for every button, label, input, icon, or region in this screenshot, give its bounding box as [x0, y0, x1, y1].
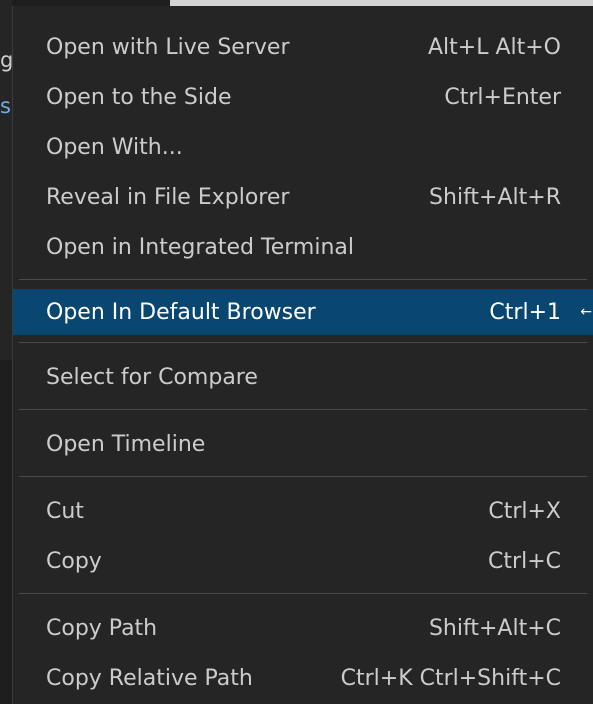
menu-item-shortcut: Ctrl+X — [488, 498, 561, 524]
menu-item-cut[interactable]: Cut Ctrl+X — [13, 486, 593, 536]
menu-item-label: Copy Path — [46, 615, 158, 641]
menu-item-label: Copy Relative Path — [46, 665, 253, 691]
menu-item-label: Open In Default Browser — [46, 299, 316, 325]
screen: g s Open with Live Server Alt+L Alt+O Op… — [0, 0, 593, 704]
menu-item-label: Open with Live Server — [46, 34, 290, 60]
menu-item-open-with-live-server[interactable]: Open with Live Server Alt+L Alt+O — [13, 22, 593, 72]
context-menu: Open with Live Server Alt+L Alt+O Open t… — [12, 6, 593, 704]
menu-item-open-in-default-browser[interactable]: Open In Default Browser Ctrl+1 ← — [13, 289, 593, 335]
menu-item-copy-relative-path[interactable]: Copy Relative Path Ctrl+K Ctrl+Shift+C — [13, 653, 593, 703]
menu-item-shortcut: Ctrl+C — [488, 548, 561, 574]
menu-separator — [19, 409, 587, 410]
menu-item-shortcut: Ctrl+1 — [489, 299, 561, 325]
menu-item-open-timeline[interactable]: Open Timeline — [13, 419, 593, 469]
menu-item-label: Open With... — [46, 134, 183, 160]
menu-item-label: Open Timeline — [46, 431, 206, 457]
menu-item-label: Open to the Side — [46, 84, 232, 110]
menu-item-reveal-in-file-explorer[interactable]: Reveal in File Explorer Shift+Alt+R — [13, 172, 593, 222]
menu-item-copy[interactable]: Copy Ctrl+C — [13, 536, 593, 586]
menu-item-shortcut: Alt+L Alt+O — [427, 34, 561, 60]
explorer-text-fragment: s — [0, 94, 11, 118]
menu-separator — [19, 476, 587, 477]
menu-item-shortcut: Shift+Alt+C — [428, 615, 561, 641]
menu-separator — [19, 279, 587, 280]
menu-item-label: Reveal in File Explorer — [46, 184, 290, 210]
menu-separator — [19, 593, 587, 594]
menu-item-shortcut: Ctrl+Enter — [444, 84, 561, 110]
menu-item-open-with[interactable]: Open With... — [13, 122, 593, 172]
menu-item-label: Cut — [46, 498, 84, 524]
menu-item-label: Copy — [46, 548, 102, 574]
menu-item-copy-path[interactable]: Copy Path Shift+Alt+C — [13, 603, 593, 653]
menu-item-open-to-the-side[interactable]: Open to the Side Ctrl+Enter — [13, 72, 593, 122]
menu-item-open-in-integrated-terminal[interactable]: Open in Integrated Terminal — [13, 222, 593, 272]
menu-separator — [19, 342, 587, 343]
menu-item-shortcut: Ctrl+K Ctrl+Shift+C — [340, 665, 561, 691]
menu-item-label: Select for Compare — [46, 364, 258, 390]
menu-item-shortcut: Shift+Alt+R — [429, 184, 561, 210]
menu-item-label: Open in Integrated Terminal — [46, 234, 354, 260]
mouse-cursor-icon: ← — [580, 304, 592, 320]
menu-item-select-for-compare[interactable]: Select for Compare — [13, 352, 593, 402]
